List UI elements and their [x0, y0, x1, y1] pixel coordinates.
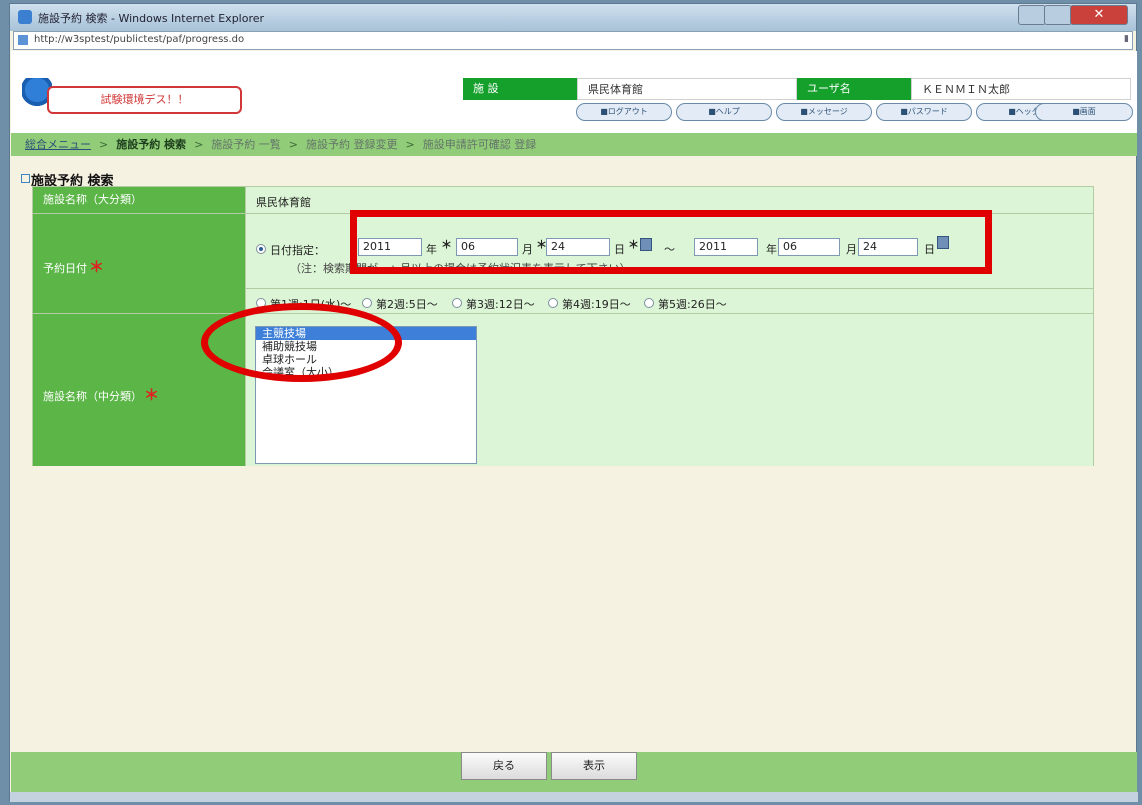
date-label: 予約日付＊	[33, 214, 245, 314]
week4-radio[interactable]	[548, 298, 558, 308]
page-icon	[18, 35, 28, 45]
url-text: http://w3sptest/publictest/paf/progress.…	[34, 34, 245, 45]
minimize-button[interactable]	[1018, 5, 1046, 25]
week3-radio[interactable]	[452, 298, 462, 308]
footer-bar: 戻る 表示	[11, 752, 1137, 792]
facility-major-label: 施設名称（大分類）	[33, 187, 245, 213]
breadcrumb-step4: 施設申請許可確認 登録	[422, 138, 537, 151]
breadcrumb: 総合メニュー > 施設予約 検索 > 施設予約 一覧 > 施設予約 登録変更 > 施設申請許可確…	[11, 133, 1137, 156]
window-title: 施設予約 検索 - Windows Internet Explorer	[38, 12, 265, 25]
week2-radio[interactable]	[362, 298, 372, 308]
browser-window: 施設予約 検索 - Windows Internet Explorer ✕ ht…	[9, 3, 1138, 802]
env-badge: 試験環境デス！！	[47, 86, 242, 114]
password-button[interactable]: ■パスワード	[876, 103, 972, 121]
facility-major-value: 県民体育館	[256, 196, 311, 209]
show-button[interactable]: 表示	[551, 752, 637, 780]
facility-value: 県民体育館	[577, 78, 797, 100]
annotation-rectangle	[350, 210, 992, 274]
back-button[interactable]: 戻る	[461, 752, 547, 780]
app-header: 試験環境デス！！ 施 設 県民体育館 ユーザ名 ＫＥＮＭＩＮ太郎 ■ログアウト …	[11, 51, 1137, 133]
close-button[interactable]: ✕	[1070, 5, 1128, 25]
maximize-button[interactable]	[1044, 5, 1072, 25]
scroll-icon: ▮	[1124, 34, 1129, 44]
help-button[interactable]: ■ヘルプ	[676, 103, 772, 121]
address-bar[interactable]: http://w3sptest/publictest/paf/progress.…	[13, 31, 1133, 50]
date-mode-radio[interactable]	[256, 244, 266, 254]
screen-button[interactable]: ■画面	[1035, 103, 1133, 121]
user-label: ユーザ名	[797, 78, 911, 100]
message-button[interactable]: ■メッセージ	[776, 103, 872, 121]
facility-label: 施 設	[463, 78, 577, 100]
week5-radio[interactable]	[644, 298, 654, 308]
annotation-oval	[201, 303, 402, 382]
user-value: ＫＥＮＭＩＮ太郎	[911, 78, 1131, 100]
logout-button[interactable]: ■ログアウト	[576, 103, 672, 121]
facility-mid-row: 施設名称（中分類）＊	[33, 313, 1093, 466]
breadcrumb-step2: 施設予約 一覧	[211, 138, 281, 151]
date-mode-label: 日付指定：	[270, 244, 325, 257]
breadcrumb-current: 施設予約 検索	[116, 138, 187, 151]
title-bar: 施設予約 検索 - Windows Internet Explorer ✕	[10, 4, 1136, 31]
title-marker-icon	[21, 174, 30, 183]
ie-icon	[18, 10, 32, 24]
breadcrumb-step3: 施設予約 登録変更	[306, 138, 398, 151]
status-bar	[10, 792, 1138, 802]
breadcrumb-menu-link[interactable]: 総合メニュー	[25, 133, 91, 156]
